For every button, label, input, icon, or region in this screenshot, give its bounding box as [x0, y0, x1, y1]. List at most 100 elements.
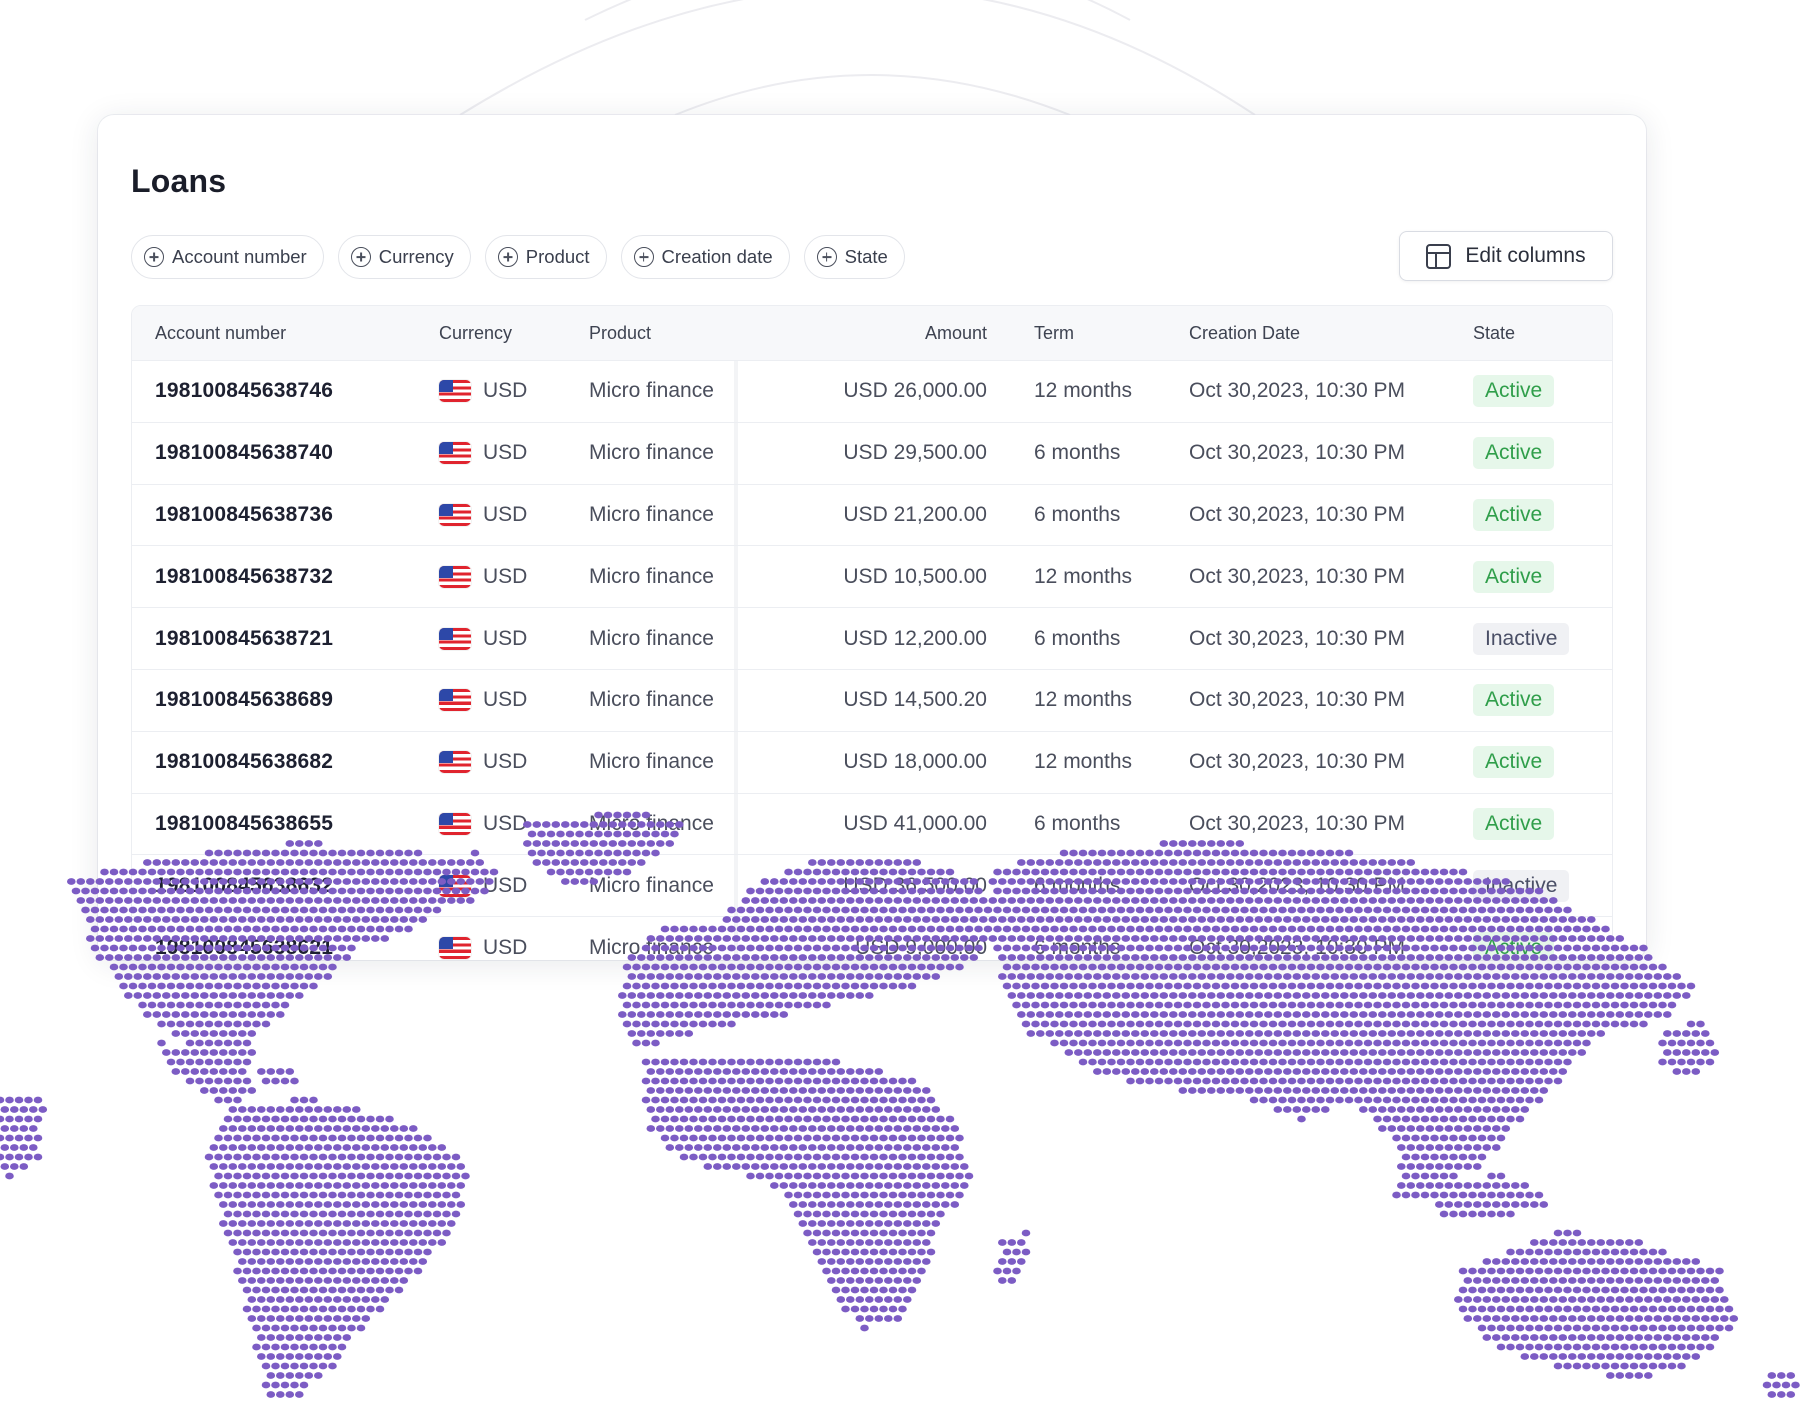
header-account-number[interactable]: Account number — [155, 323, 286, 344]
term-cell: 12 months — [1034, 750, 1133, 774]
filter-chip-creation-date[interactable]: Creation date — [620, 235, 790, 279]
header-state[interactable]: State — [1473, 323, 1515, 344]
filter-chip-label: Account number — [172, 246, 307, 267]
filter-chip-label: Product — [525, 246, 590, 267]
table-row[interactable]: 198100845638682 USD Micro finance USD 18,00… — [132, 731, 1612, 794]
creation-date-cell: Oct 30,2023, 10:30 PM — [1189, 811, 1405, 835]
product-cell: Micro finance — [589, 750, 714, 774]
state-cell: Active — [1473, 931, 1555, 960]
creation-date-cell: Oct 30,2023, 10:30 PM — [1189, 379, 1405, 403]
currency-code: USD — [483, 935, 528, 959]
loans-table: Account number Currency Product Amount T… — [131, 305, 1613, 960]
state-cell: Inactive — [1473, 622, 1570, 655]
state-cell: Active — [1473, 684, 1555, 717]
state-cell: Inactive — [1473, 869, 1570, 902]
stage: Loans Account number Currency Product Creat… — [0, 0, 1812, 1410]
creation-date-cell: Oct 30,2023, 10:30 PM — [1189, 502, 1405, 526]
product-cell: Micro finance — [589, 811, 714, 835]
column-divider — [734, 793, 738, 855]
status-badge: Active — [1473, 931, 1555, 960]
currency-code: USD — [483, 379, 528, 403]
amount-cell: USD 18,000.00 — [843, 750, 987, 774]
us-flag-icon — [439, 627, 471, 650]
account-number-cell: 198100845638721 — [155, 626, 334, 650]
currency-cell: USD — [439, 627, 527, 651]
us-flag-icon — [439, 565, 471, 588]
currency-cell: USD — [439, 565, 527, 589]
currency-cell: USD — [439, 936, 527, 960]
state-cell: Active — [1473, 375, 1555, 408]
us-flag-icon — [439, 442, 471, 465]
table-row[interactable]: 198100845638655 USD Micro finance USD 41,00… — [132, 793, 1612, 856]
currency-code: USD — [483, 502, 528, 526]
header-currency[interactable]: Currency — [439, 323, 512, 344]
filter-chip-account-number[interactable]: Account number — [131, 235, 324, 279]
table-row[interactable]: 198100845638621 USD Micro finance USD 9,000… — [132, 917, 1612, 960]
us-flag-icon — [439, 812, 471, 835]
term-cell: 12 months — [1034, 688, 1133, 712]
us-flag-icon — [439, 874, 471, 897]
us-flag-icon — [439, 503, 471, 526]
state-cell: Active — [1473, 498, 1555, 531]
currency-code: USD — [483, 873, 528, 897]
term-cell: 12 months — [1034, 379, 1133, 403]
column-divider — [734, 546, 738, 608]
column-divider — [734, 484, 738, 546]
column-divider — [734, 669, 738, 731]
amount-cell: USD 21,200.00 — [843, 502, 987, 526]
us-flag-icon — [439, 380, 471, 403]
plus-circle-icon — [144, 247, 164, 267]
table-row[interactable]: 198100845638736 USD Micro finance USD 21,20… — [132, 484, 1612, 547]
term-cell: 12 months — [1034, 564, 1133, 588]
amount-cell: USD 26,000.00 — [843, 379, 987, 403]
column-divider — [734, 917, 738, 960]
amount-cell: USD 10,500.00 — [843, 564, 987, 588]
header-creation-date[interactable]: Creation Date — [1189, 323, 1300, 344]
state-cell: Active — [1473, 560, 1555, 593]
table-row[interactable]: 198100845638721 USD Micro finance USD 12,20… — [132, 608, 1612, 670]
filter-chip-label: Currency — [378, 246, 454, 267]
product-cell: Micro finance — [589, 873, 714, 897]
currency-code: USD — [483, 688, 528, 712]
term-cell: 6 months — [1034, 811, 1121, 835]
filter-chip-label: State — [844, 246, 888, 267]
currency-cell: USD — [439, 688, 527, 712]
creation-date-cell: Oct 30,2023, 10:30 PM — [1189, 873, 1405, 897]
account-number-cell: 198100845638655 — [155, 811, 334, 835]
table-row[interactable]: 198100845638746 USD Micro finance USD 26,00… — [132, 361, 1612, 423]
table-row[interactable]: 198100845638689 USD Micro finance USD 14,50… — [132, 669, 1612, 732]
table-row[interactable]: 198100845638732 USD Micro finance USD 10,50… — [132, 546, 1612, 609]
header-term[interactable]: Term — [1034, 323, 1074, 344]
filter-chip-state[interactable]: State — [803, 235, 905, 279]
page-title: Loans — [131, 163, 227, 199]
product-cell: Micro finance — [589, 688, 714, 712]
table-row[interactable]: 198100845638740 USD Micro finance USD 29,50… — [132, 422, 1612, 485]
amount-cell: USD 14,500.20 — [843, 688, 987, 712]
column-divider — [734, 855, 738, 917]
plus-circle-icon — [633, 247, 654, 267]
amount-cell: USD 29,500.00 — [843, 441, 987, 465]
filter-chip-currency[interactable]: Currency — [337, 235, 471, 279]
term-cell: 6 months — [1034, 626, 1121, 650]
header-amount[interactable]: Amount — [925, 323, 987, 344]
currency-cell: USD — [439, 441, 527, 465]
account-number-cell: 198100845638736 — [155, 502, 334, 526]
creation-date-cell: Oct 30,2023, 10:30 PM — [1189, 626, 1405, 650]
status-badge: Active — [1473, 375, 1555, 408]
us-flag-icon — [439, 936, 471, 959]
plus-circle-icon — [497, 247, 518, 267]
filter-chip-product[interactable]: Product — [484, 235, 607, 279]
edit-columns-button[interactable]: Edit columns — [1399, 231, 1613, 281]
creation-date-cell: Oct 30,2023, 10:30 PM — [1189, 935, 1405, 959]
status-badge: Inactive — [1473, 622, 1570, 655]
status-badge: Active — [1473, 684, 1555, 717]
creation-date-cell: Oct 30,2023, 10:30 PM — [1189, 564, 1405, 588]
column-divider — [734, 608, 738, 669]
currency-cell: USD — [439, 812, 527, 836]
account-number-cell: 198100845638740 — [155, 441, 334, 465]
table-body: 198100845638746 USD Micro finance USD 26,00… — [132, 361, 1612, 960]
account-number-cell: 198100845638632 — [155, 873, 334, 897]
table-row[interactable]: 198100845638632 USD Micro finance USD 36,50… — [132, 855, 1612, 918]
currency-cell: USD — [439, 750, 527, 774]
header-product[interactable]: Product — [589, 323, 651, 344]
